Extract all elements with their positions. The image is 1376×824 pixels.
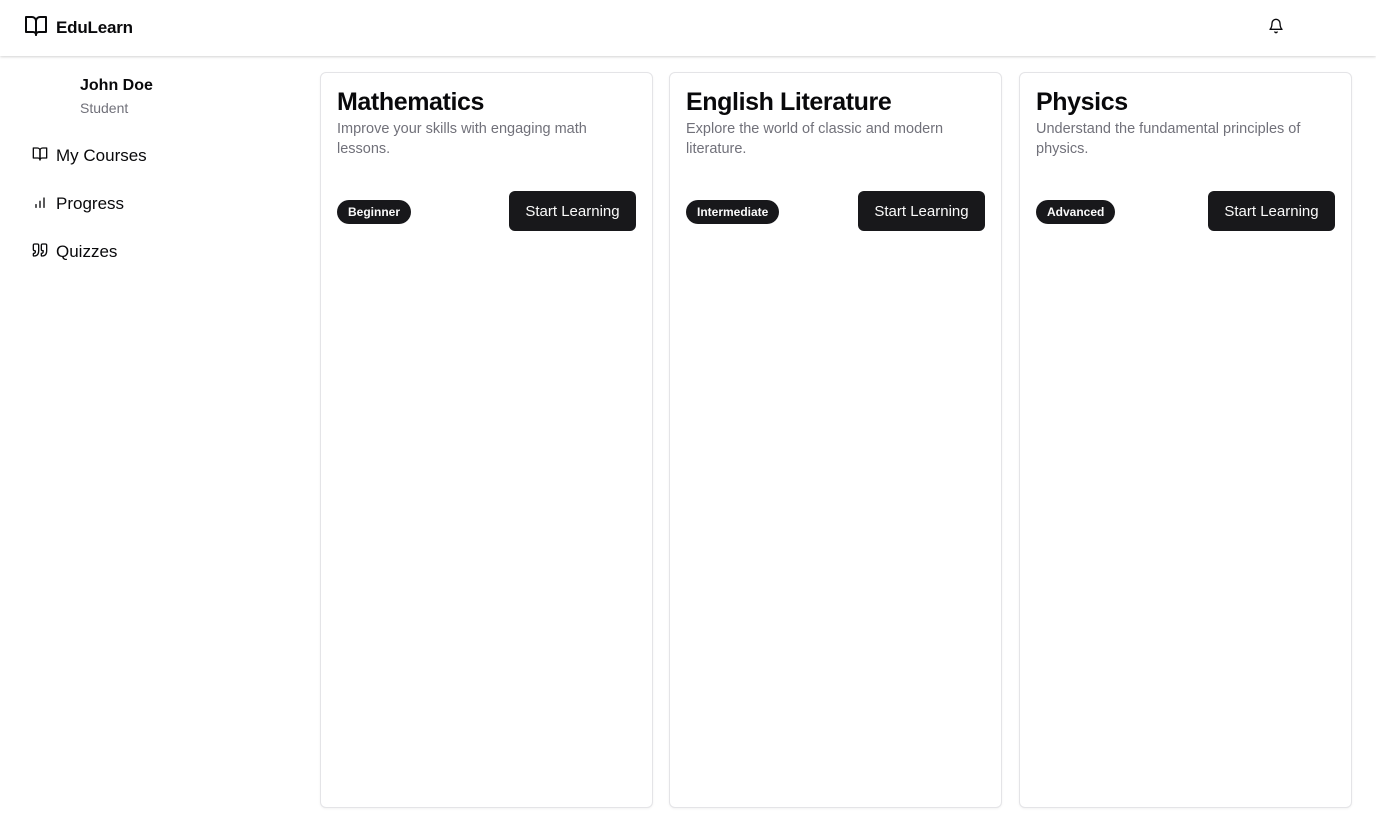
start-learning-button[interactable]: Start Learning	[509, 191, 636, 231]
sidebar-item-label: Quizzes	[56, 242, 118, 261]
course-card-physics: Physics Understand the fundamental princ…	[1019, 72, 1352, 808]
sidebar-item-progress[interactable]: Progress	[24, 186, 274, 222]
course-title: Physics	[1036, 88, 1128, 116]
course-title: English Literature	[686, 88, 892, 116]
user-name: John Doe	[80, 77, 153, 94]
book-open-icon	[32, 146, 48, 167]
course-description: Improve your skills with engaging math l…	[337, 121, 587, 157]
user-role: Student	[80, 100, 129, 116]
notifications-button[interactable]	[1266, 18, 1286, 38]
top-bar: EduLearn	[0, 0, 1376, 56]
sidebar: John Doe Student My Courses Progress Qui…	[0, 56, 300, 824]
start-learning-button[interactable]: Start Learning	[1208, 191, 1335, 231]
course-description: Understand the fundamental principles of…	[1036, 121, 1301, 157]
course-card-mathematics: Mathematics Improve your skills with eng…	[320, 72, 653, 808]
level-badge: Intermediate	[686, 200, 780, 224]
course-description: Explore the world of classic and modern …	[686, 121, 944, 157]
user-profile: John Doe Student	[80, 76, 153, 118]
sidebar-item-quizzes[interactable]: Quizzes	[24, 234, 274, 270]
start-learning-button[interactable]: Start Learning	[858, 191, 985, 231]
book-open-icon	[24, 14, 48, 43]
course-title: Mathematics	[337, 88, 485, 116]
level-badge: Advanced	[1036, 200, 1116, 224]
course-card-english-literature: English Literature Explore the world of …	[669, 72, 1002, 808]
quote-icon	[32, 242, 48, 263]
level-badge: Beginner	[337, 200, 412, 224]
sidebar-item-label: Progress	[56, 194, 125, 213]
bell-icon	[1268, 18, 1284, 39]
bar-chart-icon	[32, 194, 48, 215]
brand-name: EduLearn	[56, 18, 133, 37]
brand[interactable]: EduLearn	[24, 14, 133, 43]
sidebar-item-label: My Courses	[56, 146, 147, 165]
sidebar-item-my-courses[interactable]: My Courses	[24, 138, 274, 174]
